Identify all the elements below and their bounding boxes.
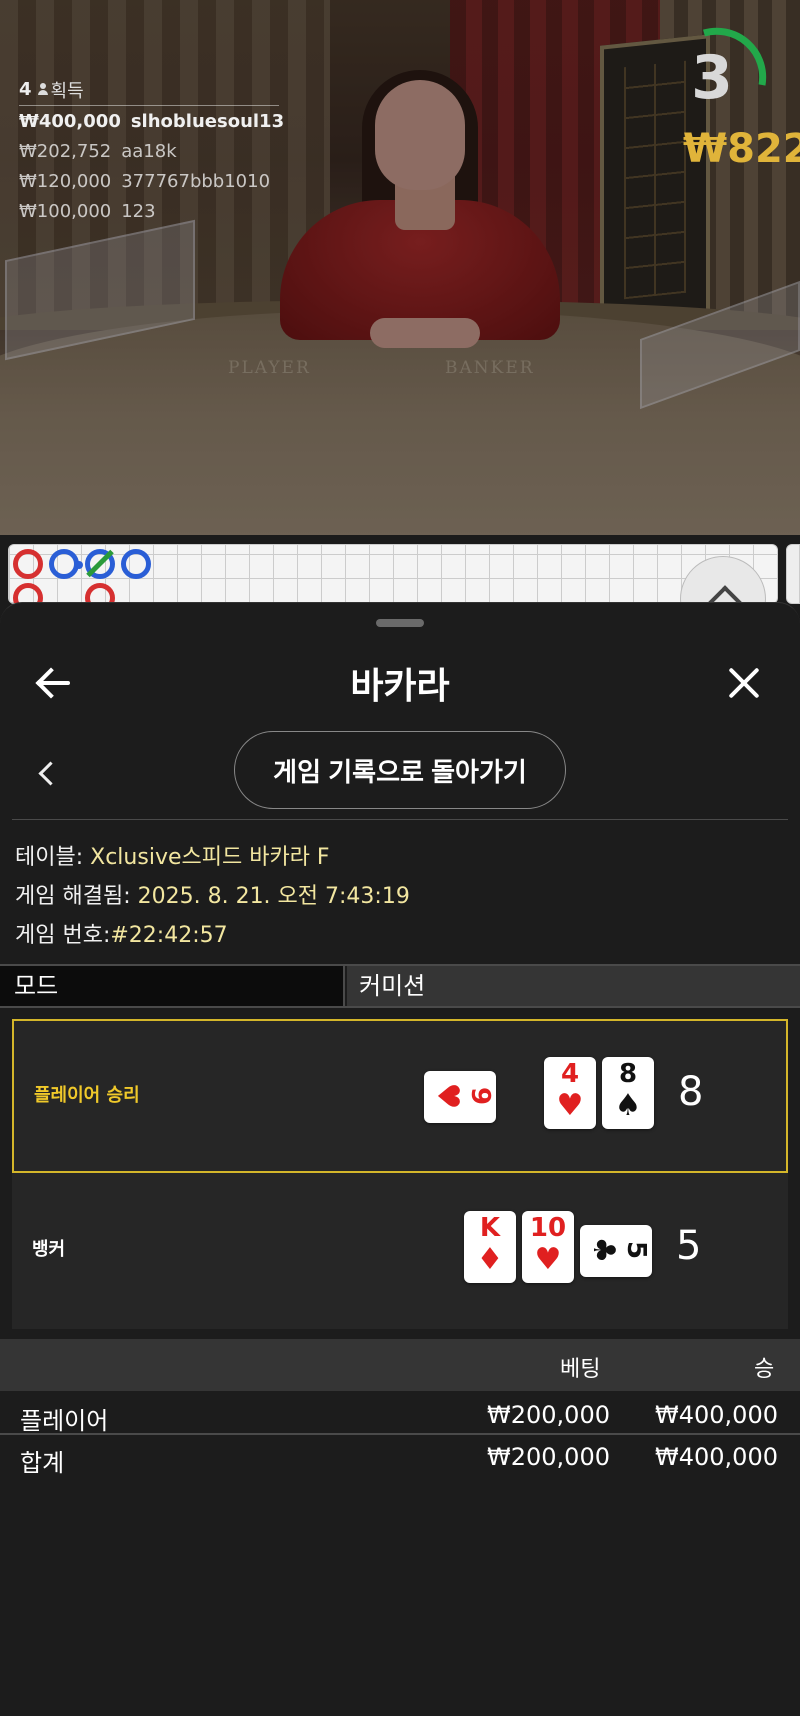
winners-suffix: 획득 — [50, 80, 84, 102]
person-icon — [37, 82, 49, 97]
hand-results: 플레이어 승리 9 ♥ 4 ♥ 8 ♠ 8 뱅커 K ♦ 10 ♥ 5 ♣ 5 — [12, 1019, 788, 1329]
game-number-label: 게임 번호: — [15, 923, 111, 948]
resolved-value: 2025. 8. 21. 오전 7:43:19 — [137, 884, 410, 909]
player-card-1: 9 ♥ — [424, 1071, 496, 1123]
player-card-3: 8 ♠ — [602, 1057, 654, 1129]
bet-label: 플레이어 — [20, 1407, 109, 1435]
bet-amount: ₩200,000 — [487, 1443, 610, 1471]
winner-row: ₩100,000 123 — [19, 196, 279, 226]
win-amount: ₩400,000 — [655, 1401, 778, 1429]
winners-header: 4 ₩822,752 획득 — [19, 78, 800, 172]
road-red-mark — [13, 583, 43, 603]
banker-result-label: 뱅커 — [32, 1239, 66, 1260]
app-root: PLAYER BANKER 4 ₩822,752 획득 ₩400,000 slh… — [0, 0, 800, 1716]
bead-road[interactable] — [8, 544, 778, 604]
win-amount: ₩400,000 — [655, 1443, 778, 1471]
sheet-header: 바카라 — [0, 643, 800, 723]
winner-amount: ₩400,000 — [19, 110, 121, 132]
tab-commission[interactable]: 커미션 — [347, 966, 800, 1006]
card-rank: 4 — [560, 1059, 580, 1089]
return-to-history-button[interactable]: 게임 기록으로 돌아가기 — [234, 731, 566, 809]
card-rank: 10 — [529, 1213, 567, 1243]
resolved-label: 게임 해결됨: — [15, 884, 131, 909]
winners-panel: 4 ₩822,752 획득 ₩400,000 slhobluesoul13 ₩2… — [19, 78, 800, 226]
table-row: 합계 ₩200,000 ₩400,000 — [0, 1437, 800, 1477]
sheet-title: 바카라 — [350, 666, 450, 707]
col-bet-header: 베팅 — [560, 1357, 601, 1382]
winner-row: ₩202,752 aa18k — [19, 136, 279, 166]
game-number-value: #22:42:57 — [110, 923, 228, 948]
live-video[interactable]: PLAYER BANKER 4 ₩822,752 획득 ₩400,000 slh… — [0, 0, 800, 535]
banker-hand-row: 뱅커 K ♦ 10 ♥ 5 ♣ 5 — [12, 1175, 788, 1329]
winner-row: ₩120,000 377767bbb1010 — [19, 166, 279, 196]
side-road-edge — [786, 544, 800, 604]
bet-label: 합계 — [20, 1449, 65, 1477]
bet-amount: ₩200,000 — [487, 1401, 610, 1429]
winners-count: 4 — [19, 79, 32, 100]
heart-icon: ♥ — [556, 1088, 584, 1123]
sheet-grabber[interactable] — [376, 619, 424, 627]
mode-tabs: 모드 커미션 — [0, 964, 800, 1008]
table-label: 테이블: — [15, 845, 84, 870]
player-hand-row: 플레이어 승리 9 ♥ 4 ♥ 8 ♠ 8 — [12, 1019, 788, 1173]
winner-amount: ₩202,752 — [19, 140, 112, 162]
player-result-label: 플레이어 승리 — [34, 1085, 140, 1106]
col-win-header: 승 — [754, 1357, 775, 1382]
spade-icon: ♠ — [614, 1088, 642, 1123]
banker-card-2: 10 ♥ — [522, 1211, 574, 1283]
tab-mode[interactable]: 모드 — [0, 966, 345, 1006]
winner-name: slhobluesoul13 — [130, 110, 285, 132]
close-icon[interactable] — [726, 665, 762, 701]
road-red-mark — [13, 549, 43, 579]
card-rank: 8 — [618, 1059, 638, 1089]
divider — [12, 819, 788, 820]
table-row: 플레이어 ₩200,000 ₩400,000 — [0, 1395, 800, 1435]
card-rank: 9 — [465, 1086, 495, 1106]
winner-amount: ₩120,000 — [19, 170, 112, 192]
diamond-icon: ♦ — [476, 1242, 504, 1277]
winner-name: 123 — [121, 200, 156, 222]
table-value: Xclusive스피드 바카라 F — [90, 845, 330, 870]
game-detail-sheet: 바카라 게임 기록으로 돌아가기 테이블: Xclusive스피드 바카라 F … — [0, 602, 800, 1716]
timer-value: 3 — [691, 43, 733, 113]
club-icon: ♣ — [586, 1236, 621, 1264]
winner-name: 377767bbb1010 — [121, 170, 271, 192]
banker-card-1: K ♦ — [464, 1211, 516, 1283]
road-blue-mark — [121, 549, 151, 579]
road-pair-dot — [75, 561, 83, 569]
heart-icon: ♥ — [534, 1242, 562, 1277]
card-rank: K — [479, 1213, 501, 1243]
winner-name: aa18k — [121, 140, 177, 162]
player-card-2: 4 ♥ — [544, 1057, 596, 1129]
heart-icon: ♥ — [430, 1082, 465, 1110]
banker-card-3: 5 ♣ — [580, 1225, 652, 1277]
winner-row: ₩400,000 slhobluesoul13 — [19, 106, 284, 136]
card-rank: 5 — [621, 1240, 651, 1260]
game-number-info: 게임 번호:#22:42:57 — [15, 917, 228, 949]
winner-amount: ₩100,000 — [19, 200, 112, 222]
table-info: 테이블: Xclusive스피드 바카라 F — [15, 839, 330, 871]
resolved-info: 게임 해결됨: 2025. 8. 21. 오전 7:43:19 — [15, 878, 410, 910]
road-red-mark — [85, 583, 115, 603]
winners-total: ₩822,752 — [683, 126, 800, 172]
bets-header: 베팅 승 — [0, 1339, 800, 1391]
chevron-left-icon[interactable] — [34, 761, 58, 785]
banker-total: 5 — [676, 1223, 702, 1269]
countdown-timer: 3 — [672, 25, 772, 125]
player-total: 8 — [678, 1069, 704, 1115]
